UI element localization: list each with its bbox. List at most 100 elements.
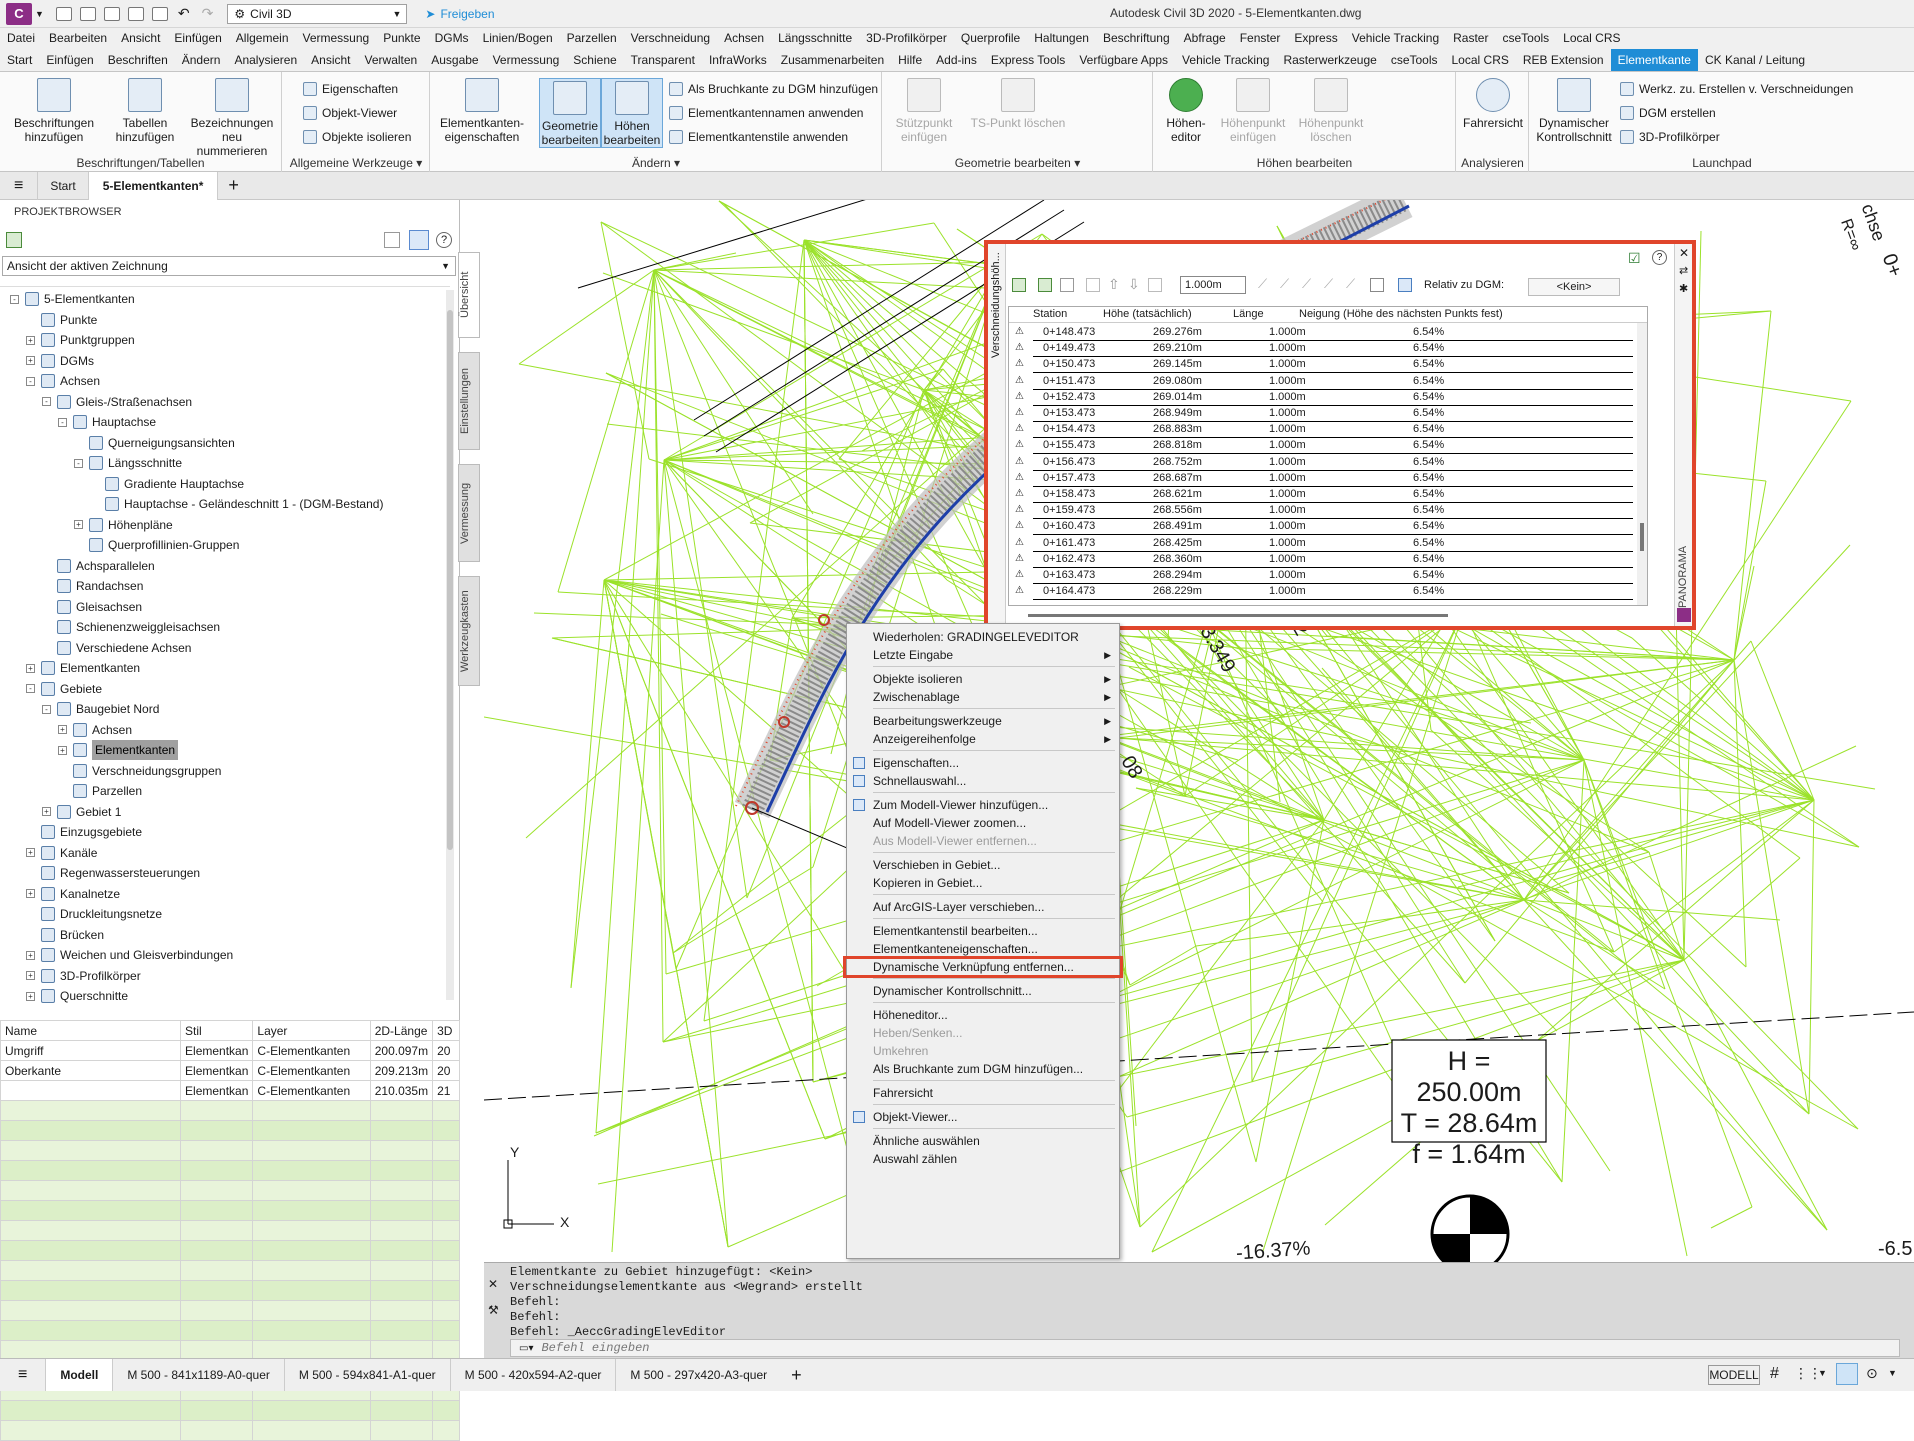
tree-item[interactable]: - Gebiete — [26, 679, 102, 699]
layout-tab[interactable]: Modell — [45, 1359, 113, 1391]
insert-elevation-point-button[interactable]: Höhenpunkt einfügen — [1216, 78, 1290, 144]
corridor-button[interactable]: 3D-Profilkörper — [1620, 130, 1720, 144]
expand-toggle-icon[interactable]: - — [42, 704, 51, 714]
ribbon-tab[interactable]: InfraWorks — [702, 49, 774, 71]
expand-toggle-icon[interactable]: - — [26, 376, 35, 386]
menu-item[interactable]: Local CRS — [1556, 31, 1627, 45]
tree-item[interactable]: Querneigungsansichten — [74, 433, 235, 453]
ribbon-tab[interactable]: Verwalten — [358, 49, 425, 71]
hamburger-icon[interactable]: ≡ — [14, 177, 23, 195]
tab-settings[interactable]: Einstellungen — [458, 352, 480, 450]
close-icon[interactable]: ✕ — [1679, 246, 1689, 260]
expand-toggle-icon[interactable]: + — [58, 745, 67, 755]
chevron-down-icon[interactable]: ▼ — [1888, 1368, 1897, 1378]
apply-check-icon[interactable]: ☑ — [1628, 250, 1641, 267]
tree-item[interactable]: - Hauptachse — [58, 412, 156, 432]
expand-toggle-icon[interactable]: - — [26, 684, 35, 693]
tree-item[interactable]: Parzellen — [58, 781, 142, 801]
table-row[interactable]: ⚠ 0+163.473 268.294m 1.000m 6.54% — [1015, 568, 1633, 584]
help-icon[interactable]: ? — [1652, 250, 1667, 265]
tree-scrollbar[interactable] — [446, 290, 454, 1000]
table-row[interactable] — [0, 1140, 460, 1161]
panorama-bar[interactable]: ✕ ⇄ ✱ PANORAMA — [1674, 244, 1692, 626]
col-header-length[interactable]: 2D-Länge — [369, 1020, 434, 1041]
tree-item[interactable]: + Kanäle — [26, 843, 97, 863]
view-select[interactable]: Ansicht der aktiven Zeichnung ▼ — [2, 256, 456, 276]
table-row[interactable]: ⚠ 0+162.473 268.360m 1.000m 6.54% — [1015, 552, 1633, 568]
tree-item[interactable]: Randachsen — [42, 576, 143, 596]
tree-item[interactable]: +3D-Profilkörper — [26, 966, 141, 986]
menu-item[interactable]: Parzellen — [560, 31, 624, 45]
table-row[interactable] — [0, 1160, 460, 1181]
tree-item[interactable]: - Achsen — [26, 371, 100, 391]
menu-item[interactable]: Allgemein — [229, 31, 296, 45]
delete-elevation-point-button[interactable]: Höhenpunkt löschen — [1294, 78, 1368, 144]
undo-icon[interactable]: ↶ — [178, 5, 190, 22]
context-menu-item[interactable]: Auswahl zählen — [873, 1152, 957, 1166]
chevron-down-icon[interactable]: ▼ — [1818, 1368, 1827, 1378]
table-row[interactable]: ⚠ 0+152.473 269.014m 1.000m 6.54% — [1015, 390, 1633, 406]
tab-overview[interactable]: Übersicht — [458, 252, 480, 338]
featureline-properties-button[interactable]: Elementkanten-eigenschaften — [439, 78, 525, 144]
menu-item[interactable]: Linien/Bogen — [476, 31, 560, 45]
palette-side-title[interactable]: Verschneidungshöh... — [988, 244, 1006, 626]
tree-item[interactable]: Schienenzweiggleisachsen — [42, 617, 220, 637]
table-row[interactable]: ⚠ 0+151.473 269.080m 1.000m 6.54% — [1015, 374, 1633, 390]
ribbon-tab[interactable]: Ausgabe — [424, 49, 485, 71]
menu-item[interactable]: Express — [1287, 31, 1344, 45]
new-file-icon[interactable] — [55, 6, 72, 21]
tree-item[interactable]: +Querschnittsbestandteile — [26, 1007, 192, 1010]
new-tab-icon[interactable]: + — [228, 175, 239, 196]
ribbon-tab[interactable]: Einfügen — [39, 49, 100, 71]
context-menu-item[interactable]: Verschieben in Gebiet... — [873, 858, 1000, 872]
ribbon-tab[interactable]: Beschriften — [101, 49, 175, 71]
ortho-icon[interactable] — [1836, 1363, 1858, 1385]
table-row[interactable]: ⚠ 0+157.473 268.687m 1.000m 6.54% — [1015, 471, 1633, 487]
context-menu-item[interactable]: Als Bruchkante zum DGM hinzufügen... — [873, 1062, 1083, 1076]
grade-tool-icon[interactable]: ⟋ — [1258, 276, 1267, 292]
tree-item[interactable]: + Höhenpläne — [74, 515, 173, 535]
ribbon-tab[interactable]: Add-ins — [929, 49, 984, 71]
driver-view-button[interactable]: Fahrersicht — [1461, 78, 1525, 130]
table-row[interactable] — [0, 1220, 460, 1241]
context-menu-item[interactable]: Auf ArcGIS-Layer verschieben... — [873, 900, 1044, 914]
table-row[interactable]: ⚠ 0+164.473 268.229m 1.000m 6.54% — [1015, 584, 1633, 601]
expand-toggle-icon[interactable]: + — [26, 848, 35, 857]
tab-start[interactable]: Start — [37, 171, 87, 200]
context-menu-item[interactable]: Eigenschaften... — [873, 756, 959, 770]
tree-item[interactable]: Gleisachsen — [42, 597, 142, 617]
menu-item[interactable]: Querprofile — [954, 31, 1027, 45]
menu-item[interactable]: Bearbeiten — [42, 31, 114, 45]
hamburger-icon[interactable]: ≡ — [18, 1366, 27, 1384]
context-menu-item[interactable]: Zwischenablage — [873, 690, 960, 704]
table-row[interactable] — [0, 1280, 460, 1301]
table-row[interactable] — [0, 1180, 460, 1201]
share-icon[interactable]: ➤ — [425, 7, 435, 21]
table-row[interactable] — [0, 1420, 460, 1441]
col-station[interactable]: Station — [1033, 308, 1067, 320]
insert-pi-button[interactable]: Stützpunkt einfügen — [889, 78, 959, 144]
panel-label[interactable]: Geometrie bearbeiten ▾ — [883, 156, 1152, 170]
tree-item[interactable]: Querprofillinien-Gruppen — [74, 535, 239, 555]
menu-item[interactable]: Punkte — [376, 31, 427, 45]
table-row[interactable]: ⚠ 0+154.473 268.883m 1.000m 6.54% — [1015, 422, 1633, 439]
tree-item[interactable]: Einzugsgebiete — [26, 822, 142, 842]
col-header-name[interactable]: Name — [0, 1020, 182, 1041]
tree-item[interactable]: Regenwassersteuerungen — [26, 863, 200, 883]
table-row[interactable] — [0, 1200, 460, 1221]
ribbon-tab[interactable]: Express Tools — [984, 49, 1072, 71]
context-menu-item[interactable]: Auf Modell-Viewer zoomen... — [873, 816, 1026, 830]
tree-item[interactable]: + Elementkanten — [26, 658, 140, 678]
context-menu-item[interactable]: Kopieren in Gebiet... — [873, 876, 982, 890]
tree-item[interactable]: + Weichen und Gleisverbindungen — [26, 945, 233, 965]
tree-item[interactable]: - 5-Elementkanten — [10, 289, 135, 309]
menu-item[interactable]: Achsen — [717, 31, 771, 45]
table-scrollbar[interactable] — [1637, 323, 1647, 605]
expand-toggle-icon[interactable]: + — [42, 807, 51, 816]
layout-tab[interactable]: M 500 - 594x841-A1-quer — [283, 1359, 450, 1391]
context-menu-item[interactable]: Ähnliche auswählen — [873, 1134, 980, 1148]
pin-icon[interactable]: ⇄ — [1679, 264, 1688, 277]
polar-icon[interactable]: ⊙ — [1866, 1365, 1878, 1382]
menu-item[interactable]: Datei — [0, 31, 42, 45]
table-row[interactable]: ⚠ 0+148.473 269.276m 1.000m 6.54% — [1015, 325, 1633, 341]
